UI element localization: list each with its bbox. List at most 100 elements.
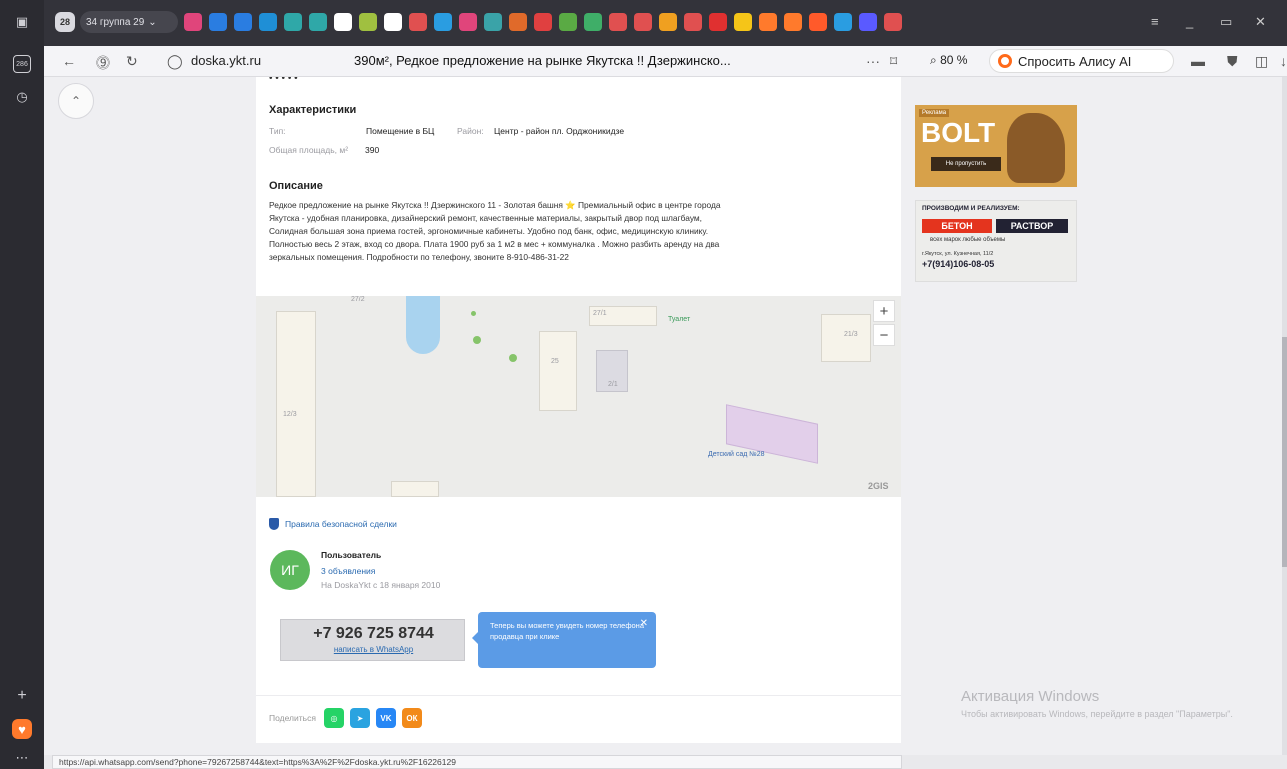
tab-favicon-icon[interactable] <box>859 13 877 31</box>
whatsapp-link[interactable]: написать в WhatsApp <box>281 645 466 654</box>
tab-favicon-icon[interactable] <box>184 13 202 31</box>
tab-favicon-icon[interactable] <box>534 13 552 31</box>
tab-favicon-icon[interactable] <box>484 13 502 31</box>
menu-icon[interactable]: ≡ <box>1151 14 1159 29</box>
scrollbar-thumb[interactable] <box>1282 337 1287 567</box>
tab-favicon-icon[interactable] <box>309 13 327 31</box>
shield-ext-icon[interactable]: ⛊ <box>1227 53 1238 70</box>
ask-alice-label: Спросить Алису AI <box>1018 53 1132 69</box>
extension-icon[interactable]: ▬ <box>1191 53 1205 69</box>
share-vk-icon[interactable]: VK <box>375 708 396 728</box>
tab-favicon-icon[interactable] <box>709 13 727 31</box>
tab-favicon-icon[interactable] <box>334 13 352 31</box>
seller-ads-link[interactable]: 3 объявления <box>321 566 375 576</box>
tab-group-label: 34 группа 29 <box>86 16 145 28</box>
reader-icon[interactable]: ◫ <box>1255 53 1268 70</box>
avatar[interactable]: ИГ <box>270 550 310 590</box>
tab-favicon-icon[interactable] <box>734 13 752 31</box>
download-icon[interactable]: ↓ <box>1280 53 1287 69</box>
add-panel-icon[interactable]: + <box>12 686 32 706</box>
tab-favicon-icon[interactable] <box>384 13 402 31</box>
type-value: Помещение в БЦ <box>366 126 435 136</box>
tab-favicon-icon[interactable] <box>359 13 377 31</box>
zoom-level[interactable]: ⌕ 80 % <box>930 53 967 68</box>
tab-group-pill[interactable]: 34 группа 29 ⌄ <box>80 11 178 33</box>
tab-favicon-icon[interactable] <box>434 13 452 31</box>
ask-alice-button[interactable]: Спросить Алису AI <box>989 49 1174 73</box>
tab-favicon-icon[interactable] <box>659 13 677 31</box>
tab-favicon-icon[interactable] <box>409 13 427 31</box>
tab-favicon-icon[interactable] <box>559 13 577 31</box>
ad-cta-button[interactable]: Не пропустить <box>931 157 1001 171</box>
map-label: 2/1 <box>608 381 618 388</box>
tab-favicon-icon[interactable] <box>234 13 252 31</box>
reload-icon[interactable]: ↻ <box>126 53 138 70</box>
map-zoom-in-button[interactable]: + <box>873 300 895 322</box>
tabs-icon[interactable]: ▣ <box>12 12 32 32</box>
scroll-up-button[interactable]: ⌃ <box>58 83 94 119</box>
safe-deal-link[interactable]: Правила безопасной сделки <box>269 518 397 530</box>
back-icon[interactable]: ← <box>62 53 76 69</box>
tooltip-close-icon[interactable]: ✕ <box>640 618 648 629</box>
tab-favicon-icon[interactable] <box>459 13 477 31</box>
map-poi-label[interactable]: Детский сад №28 <box>708 451 765 458</box>
phone-tooltip: Теперь вы можете увидеть номер телефона … <box>472 612 656 668</box>
bookmark-icon[interactable]: ⌑ <box>890 53 897 70</box>
share-telegram-icon[interactable]: ➤ <box>349 708 370 728</box>
safe-deal-label: Правила безопасной сделки <box>285 519 397 529</box>
more-icon[interactable]: ⋯ <box>12 748 32 768</box>
protect-icon[interactable]: ⓽ <box>96 53 110 73</box>
ad2-line: всех марок любые объемы <box>930 237 1006 243</box>
tab-favicon-icon[interactable] <box>684 13 702 31</box>
ad-banner-concrete[interactable]: ПРОИЗВОДИМ И РЕАЛИЗУЕМ: БЕТОН РАСТВОР вс… <box>915 200 1077 282</box>
tab-favicon-icon[interactable] <box>509 13 527 31</box>
url-domain[interactable]: doska.ykt.ru <box>191 53 261 68</box>
history-icon[interactable]: ◷ <box>12 87 32 107</box>
map-zoom-out-button[interactable]: − <box>873 324 895 346</box>
tab-favicon-icon[interactable] <box>259 13 277 31</box>
page-menu-icon[interactable]: ··· <box>866 53 880 69</box>
phone-box[interactable]: +7 926 725 8744 написать в WhatsApp <box>280 619 465 661</box>
tab-favicon-icon[interactable] <box>884 13 902 31</box>
minimize-icon[interactable]: _ <box>1186 14 1193 29</box>
map-label: 27/1 <box>593 310 607 317</box>
chevron-down-icon: ⌄ <box>148 16 157 28</box>
close-window-icon[interactable]: ✕ <box>1255 14 1266 30</box>
tab-favicon-icon[interactable] <box>634 13 652 31</box>
seller-name[interactable]: Пользователь <box>321 550 381 560</box>
map-label: 27/2 <box>351 296 365 303</box>
listing-card: • • • • • Характеристики Тип: Помещение … <box>256 77 901 743</box>
tab-bar: 28 34 группа 29 ⌄ ≡ _ ▭ ✕ <box>44 0 1287 46</box>
ad2-phone: +7(914)106-08-05 <box>922 259 995 269</box>
watermark-title: Активация Windows <box>961 688 1100 705</box>
map-tree <box>473 336 481 344</box>
tab-count-badge[interactable]: 28 <box>55 12 75 32</box>
search-icon: ⌕ <box>930 53 937 67</box>
tab-favicon-icon[interactable] <box>584 13 602 31</box>
map-label: 25 <box>551 358 559 365</box>
page-viewport: ⌃ • • • • • Характеристики Тип: Помещени… <box>44 77 1287 755</box>
tab-favicon-icon[interactable] <box>284 13 302 31</box>
tab-favicon-icon[interactable] <box>809 13 827 31</box>
tab-favicon-icon[interactable] <box>609 13 627 31</box>
alice-icon[interactable]: ♥ <box>12 719 32 739</box>
tab-favicon-icon[interactable] <box>784 13 802 31</box>
tab-counter-label: 286 <box>16 60 28 68</box>
ad-title: BOLT <box>921 117 996 148</box>
price-fragment: • • • • • <box>269 77 298 84</box>
location-map[interactable]: 27/1 Туалет 21/3 25 2/1 12/3 27/2 Детски… <box>256 296 901 497</box>
tab-favicon-icon[interactable] <box>209 13 227 31</box>
map-label: 21/3 <box>844 331 858 338</box>
map-brand: 2GIS <box>868 481 889 491</box>
tab-favicon-icon[interactable] <box>834 13 852 31</box>
phone-number[interactable]: +7 926 725 8744 <box>281 625 466 643</box>
maximize-icon[interactable]: ▭ <box>1220 14 1232 30</box>
district-value: Центр - район пл. Орджоникидзе <box>494 126 625 136</box>
description-heading: Описание <box>269 180 323 192</box>
share-ok-icon[interactable]: ОК <box>401 708 422 728</box>
tab-favicon-icon[interactable] <box>759 13 777 31</box>
lock-icon[interactable]: ◯ <box>167 53 183 70</box>
tab-counter-icon[interactable]: 286 <box>13 55 31 73</box>
ad-banner-bolt[interactable]: Реклама BOLT Не пропустить <box>915 105 1077 187</box>
share-whatsapp-icon[interactable]: ◎ <box>323 708 344 728</box>
